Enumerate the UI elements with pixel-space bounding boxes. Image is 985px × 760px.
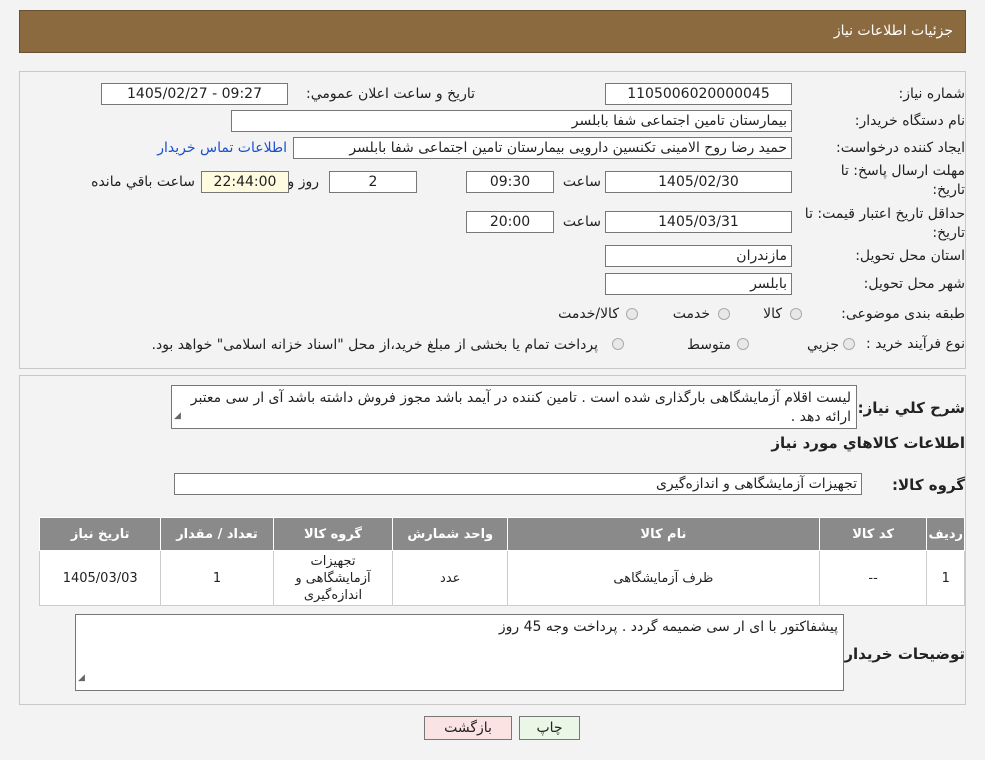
goods-group-label: گروه کالا: — [892, 476, 965, 494]
buyer-notes-label: توضیحات خریدار: — [838, 645, 965, 663]
remaining-label: ساعت باقي مانده — [91, 174, 195, 190]
col-name: نام کالا — [507, 517, 820, 551]
city-label: شهر محل تحویل: — [863, 276, 965, 292]
category-label: طبقه بندی موضوعی: — [841, 306, 965, 322]
province-field: مازندران — [605, 245, 792, 267]
deadline-label-2: تاریخ: — [932, 182, 965, 198]
creator-label: ایجاد کننده درخواست: — [836, 140, 965, 156]
buyer-notes-text: پیشفاکتور با ای ار سی ضمیمه گردد . پرداخ… — [498, 619, 838, 635]
summary-text: لیست اقلام آزمایشگاهی بارگذاری شده است .… — [190, 390, 851, 425]
announce-field: 1405/02/27 - 09:27 — [101, 83, 288, 105]
need-number-label: شماره نیاز: — [898, 86, 966, 102]
cell-group: تجهیزات آزمایشگاهی و اندازه‌گیری — [272, 550, 394, 606]
category-service-radio[interactable] — [718, 308, 730, 320]
page-header: جزئیات اطلاعات نیاز — [19, 10, 966, 53]
buyer-contact-link[interactable]: اطلاعات تماس خریدار — [157, 140, 287, 156]
deadline-label: مهلت ارسال پاسخ: تا — [840, 163, 965, 179]
goods-group-field: تجهیزات آزمایشگاهی و اندازه‌گیری — [174, 473, 862, 495]
creator-field: حمید رضا روح الامینی تکنسین دارویی بیمار… — [293, 137, 792, 159]
print-button[interactable]: چاپ — [519, 716, 580, 740]
purchase-partial-radio[interactable] — [843, 338, 855, 350]
validity-label: حداقل تاریخ اعتبار قیمت: تا — [804, 206, 965, 222]
cell-name: ظرف آزمایشگاهی — [507, 550, 820, 606]
days-field: 2 — [329, 171, 417, 193]
city-field: بابلسر — [605, 273, 792, 295]
purchase-type-label: نوع فرآیند خرید : — [866, 336, 965, 352]
validity-time-label: ساعت — [562, 214, 601, 230]
cell-row: 1 — [926, 550, 965, 606]
cell-code: -- — [818, 550, 928, 606]
validity-label-2: تاریخ: — [932, 225, 965, 241]
buyer-org-label: نام دستگاه خریدار: — [854, 113, 965, 129]
purchase-partial-label: جزیي — [807, 337, 839, 353]
purchase-treasury-note: پرداخت تمام یا بخشی از مبلغ خرید،از محل … — [151, 337, 598, 353]
purchase-medium-radio[interactable] — [737, 338, 749, 350]
col-group: گروه کالا — [272, 517, 394, 551]
buyer-org-field: بیمارستان تامین اجتماعی شفا بابلسر — [231, 110, 792, 132]
category-both-label: کالا/خدمت — [558, 306, 619, 322]
table-header-row: ردیف کد کالا نام کالا واحد شمارش گروه کا… — [38, 517, 965, 551]
category-both-radio[interactable] — [626, 308, 638, 320]
category-goods-radio[interactable] — [790, 308, 802, 320]
purchase-medium-label: متوسط — [687, 337, 731, 353]
cell-date: 1405/03/03 — [38, 550, 162, 606]
remaining-time-field: 22:44:00 — [201, 171, 289, 193]
resize-grip-icon[interactable]: ◢ — [78, 669, 85, 688]
col-row: ردیف — [926, 517, 965, 551]
province-label: استان محل تحویل: — [855, 248, 965, 264]
deadline-time-label: ساعت — [562, 174, 601, 190]
table-row: 1 -- ظرف آزمایشگاهی عدد تجهیزات آزمایشگا… — [38, 550, 965, 606]
buyer-notes-textarea[interactable]: پیشفاکتور با ای ار سی ضمیمه گردد . پرداخ… — [75, 614, 844, 691]
goods-table: ردیف کد کالا نام کالا واحد شمارش گروه کا… — [38, 517, 965, 606]
validity-date-field: 1405/03/31 — [605, 211, 792, 233]
summary-label: شرح كلي نياز: — [857, 399, 965, 417]
back-button[interactable]: بازگشت — [424, 716, 512, 740]
page-title: جزئیات اطلاعات نیاز — [833, 23, 953, 39]
deadline-date-field: 1405/02/30 — [605, 171, 792, 193]
category-goods-label: کالا — [763, 306, 782, 322]
goods-info-title: اطلاعات كالاهاي مورد نياز — [771, 434, 965, 452]
resize-grip-icon[interactable]: ◢ — [174, 407, 181, 426]
purchase-treasury-radio[interactable] — [612, 338, 624, 350]
announce-label: تاریخ و ساعت اعلان عمومي: — [306, 86, 475, 102]
category-service-label: خدمت — [672, 306, 710, 322]
col-date: تاریخ نیاز — [38, 517, 162, 551]
validity-time-field: 20:00 — [466, 211, 554, 233]
summary-textarea[interactable]: لیست اقلام آزمایشگاهی بارگذاری شده است .… — [171, 385, 857, 429]
col-unit: واحد شمارش — [392, 517, 509, 551]
col-qty: تعداد / مقدار — [160, 517, 274, 551]
days-label: روز و — [287, 174, 320, 190]
need-number-field: 1105006020000045 — [605, 83, 792, 105]
deadline-time-field: 09:30 — [466, 171, 554, 193]
col-code: کد کالا — [818, 517, 928, 551]
cell-unit: عدد — [392, 550, 509, 606]
cell-qty: 1 — [160, 550, 274, 606]
